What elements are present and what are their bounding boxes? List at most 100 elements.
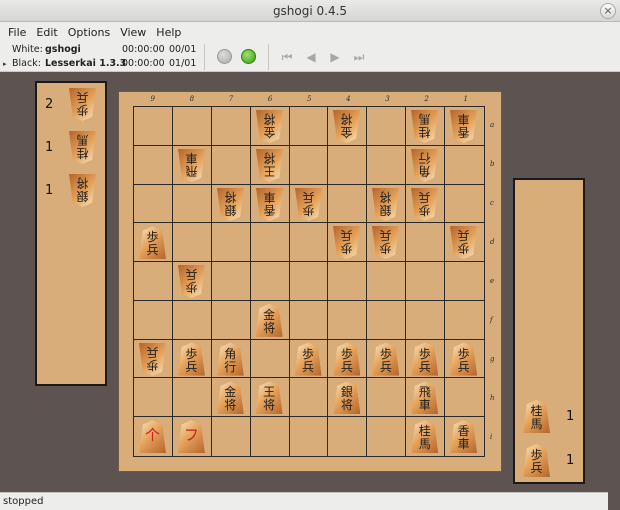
board-square[interactable]	[134, 378, 173, 418]
board-square[interactable]: 歩兵	[134, 223, 173, 263]
board-square[interactable]	[406, 223, 446, 263]
black-piece[interactable]: 歩兵	[450, 342, 478, 376]
menu-options[interactable]: Options	[63, 26, 115, 39]
board-square[interactable]	[211, 300, 251, 340]
board-square[interactable]: 歩兵	[289, 184, 329, 224]
board-square[interactable]	[445, 185, 484, 224]
board-square[interactable]	[367, 378, 407, 418]
board-square[interactable]: 香車	[250, 184, 290, 224]
board-square[interactable]	[289, 262, 329, 301]
black-piece[interactable]: 歩兵	[411, 342, 439, 376]
white-piece[interactable]: 飛車	[178, 149, 205, 182]
white-piece[interactable]: 角行	[411, 149, 438, 182]
black-piece[interactable]: 香車	[450, 420, 478, 454]
board-square[interactable]: 王将	[250, 145, 290, 185]
black-piece[interactable]: 王将	[255, 381, 283, 415]
white-hand-piece[interactable]: 銀将	[69, 174, 96, 207]
board-square[interactable]: 歩兵	[134, 339, 173, 379]
board-square[interactable]: 个	[134, 417, 173, 456]
board-square[interactable]	[251, 417, 290, 456]
board-square[interactable]	[445, 301, 484, 340]
board-square[interactable]: 歩兵	[172, 262, 212, 301]
board-square[interactable]	[211, 262, 251, 301]
next-move-icon[interactable]: ▶	[326, 49, 344, 65]
black-piece[interactable]: フ	[177, 420, 205, 454]
board-square[interactable]	[250, 223, 290, 263]
board-square[interactable]: 歩兵	[289, 339, 329, 379]
black-piece[interactable]: 角行	[216, 342, 244, 376]
white-hand-piece[interactable]: 桂馬	[69, 131, 96, 164]
board-square[interactable]	[172, 300, 212, 340]
board-square[interactable]	[367, 145, 407, 185]
board-square[interactable]	[406, 300, 446, 340]
board-square[interactable]	[445, 378, 484, 418]
white-piece[interactable]: 歩兵	[372, 226, 399, 259]
white-piece[interactable]: 香車	[450, 110, 477, 143]
board-square[interactable]	[134, 145, 173, 185]
black-piece[interactable]: 桂馬	[411, 420, 439, 454]
board-square[interactable]	[250, 339, 290, 379]
white-piece[interactable]: 金将	[256, 110, 283, 143]
black-piece[interactable]: 銀将	[333, 381, 361, 415]
board-square[interactable]: 角行	[211, 339, 251, 379]
menu-help[interactable]: Help	[151, 26, 186, 39]
white-piece[interactable]: 歩兵	[333, 226, 360, 259]
white-piece[interactable]: 銀将	[217, 188, 244, 221]
board-square[interactable]: 角行	[406, 145, 446, 185]
board-square[interactable]: 飛車	[406, 378, 446, 418]
board-square[interactable]	[445, 262, 484, 301]
white-piece[interactable]: 歩兵	[139, 343, 166, 376]
board-square[interactable]	[212, 417, 251, 456]
last-move-icon[interactable]: ⏭	[350, 49, 368, 65]
board-square[interactable]: 王将	[250, 378, 290, 418]
board-square[interactable]	[290, 417, 329, 456]
board-square[interactable]	[172, 223, 212, 263]
board-square[interactable]: 金将	[211, 378, 251, 418]
white-piece[interactable]: 王将	[256, 149, 283, 182]
board-square[interactable]	[367, 417, 407, 456]
board-square[interactable]: 金将	[250, 300, 290, 340]
board-square[interactable]: 歩兵	[172, 339, 212, 379]
board-square[interactable]: 香車	[445, 107, 484, 146]
board-square[interactable]	[211, 223, 251, 263]
white-piece[interactable]: 歩兵	[450, 226, 477, 259]
board-square[interactable]: 歩兵	[445, 340, 484, 379]
white-piece[interactable]: 金将	[333, 110, 360, 143]
board-square[interactable]: 歩兵	[406, 184, 446, 224]
black-piece[interactable]: 金将	[255, 303, 283, 337]
board-square[interactable]	[172, 107, 212, 146]
resize-grip[interactable]	[608, 492, 620, 510]
board-square[interactable]: 銀将	[328, 378, 368, 418]
first-move-icon[interactable]: ⏮	[278, 49, 296, 65]
close-icon[interactable]: ×	[600, 3, 616, 19]
board-square[interactable]: 金将	[328, 107, 368, 146]
white-piece[interactable]: 銀将	[372, 188, 399, 221]
menu-file[interactable]: File	[3, 26, 31, 39]
board-square[interactable]: 金将	[250, 107, 290, 146]
board-square[interactable]	[289, 145, 329, 185]
black-piece[interactable]: 歩兵	[333, 342, 361, 376]
board-square[interactable]	[367, 300, 407, 340]
black-piece[interactable]: 个	[139, 420, 166, 454]
board-square[interactable]: 歩兵	[328, 223, 368, 263]
black-piece[interactable]: 飛車	[411, 381, 439, 415]
board-square[interactable]: 銀将	[367, 184, 407, 224]
black-piece[interactable]: 歩兵	[294, 342, 322, 376]
board-square[interactable]	[406, 262, 446, 301]
board-square[interactable]: 歩兵	[328, 339, 368, 379]
board-square[interactable]: 歩兵	[406, 339, 446, 379]
board-square[interactable]	[328, 184, 368, 224]
board-square[interactable]	[134, 300, 173, 340]
expander-arrow-icon[interactable]: ▸	[3, 57, 7, 71]
board-square[interactable]: 飛車	[172, 145, 212, 185]
board-square[interactable]	[367, 107, 407, 146]
board-square[interactable]: フ	[173, 417, 212, 456]
white-piece[interactable]: 歩兵	[178, 265, 205, 298]
white-piece[interactable]: 桂馬	[411, 110, 438, 143]
white-hand-piece[interactable]: 歩兵	[69, 88, 96, 121]
board-square[interactable]: 桂馬	[406, 107, 446, 146]
board-square[interactable]	[328, 262, 368, 301]
board-square[interactable]: 歩兵	[367, 339, 407, 379]
board-square[interactable]	[172, 184, 212, 224]
menu-edit[interactable]: Edit	[31, 26, 62, 39]
